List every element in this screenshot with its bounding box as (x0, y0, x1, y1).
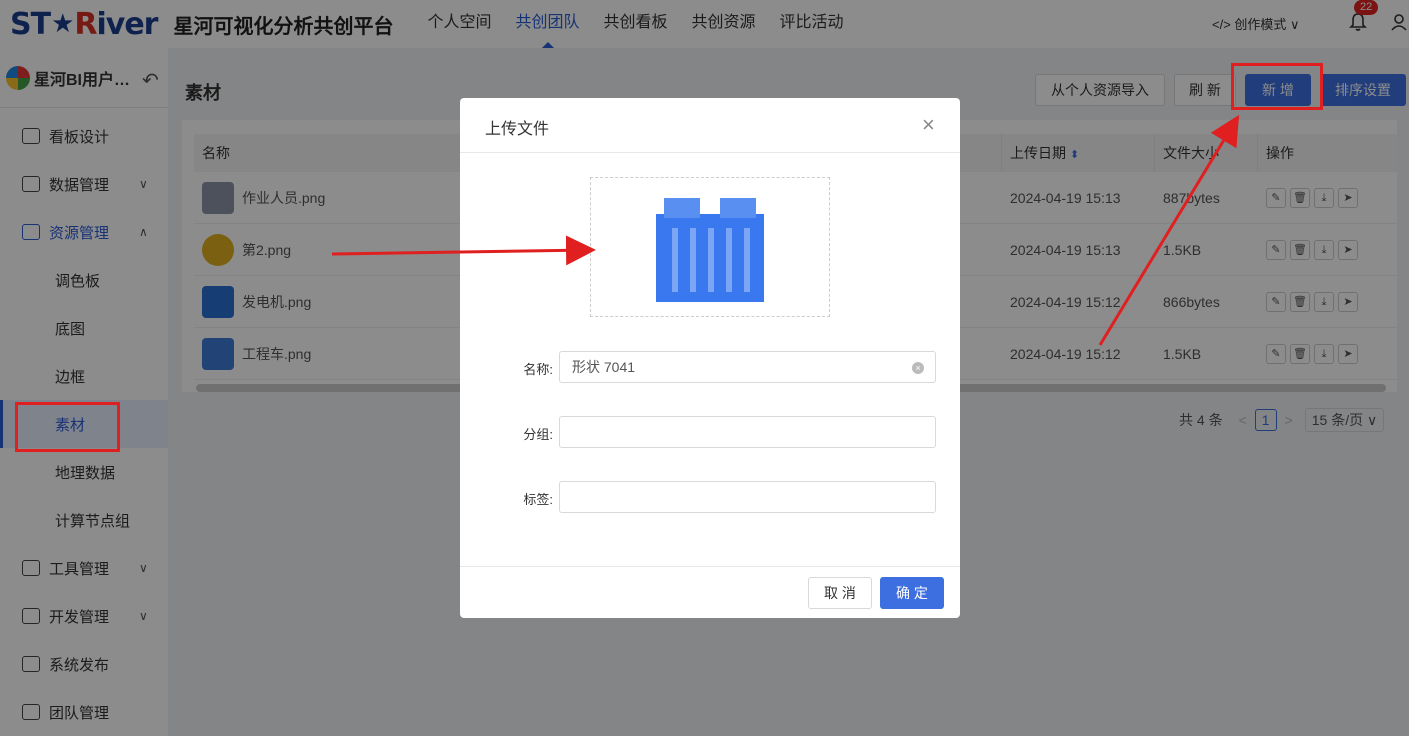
tag-label: 标签: (523, 492, 553, 507)
close-icon[interactable]: × (922, 112, 935, 138)
clear-icon[interactable]: × (912, 362, 924, 374)
group-label: 分组: (523, 427, 553, 442)
upload-file-dialog: 上传文件 × 名称: 形状 7041 × 分组: 标签: 取 消 确 定 (460, 98, 960, 618)
annotation-box-add (1231, 63, 1323, 110)
upload-dropzone[interactable] (590, 177, 830, 317)
battery-shape-preview-icon (656, 198, 764, 302)
confirm-button[interactable]: 确 定 (880, 577, 944, 609)
header-divider (460, 152, 960, 153)
annotation-box-material (15, 402, 120, 452)
name-label: 名称: (523, 362, 553, 377)
tag-input[interactable] (559, 481, 936, 513)
name-input[interactable]: 形状 7041 (559, 351, 936, 383)
group-input[interactable] (559, 416, 936, 448)
cancel-button[interactable]: 取 消 (808, 577, 872, 609)
footer-divider (460, 566, 960, 567)
dialog-title: 上传文件 (485, 121, 550, 138)
